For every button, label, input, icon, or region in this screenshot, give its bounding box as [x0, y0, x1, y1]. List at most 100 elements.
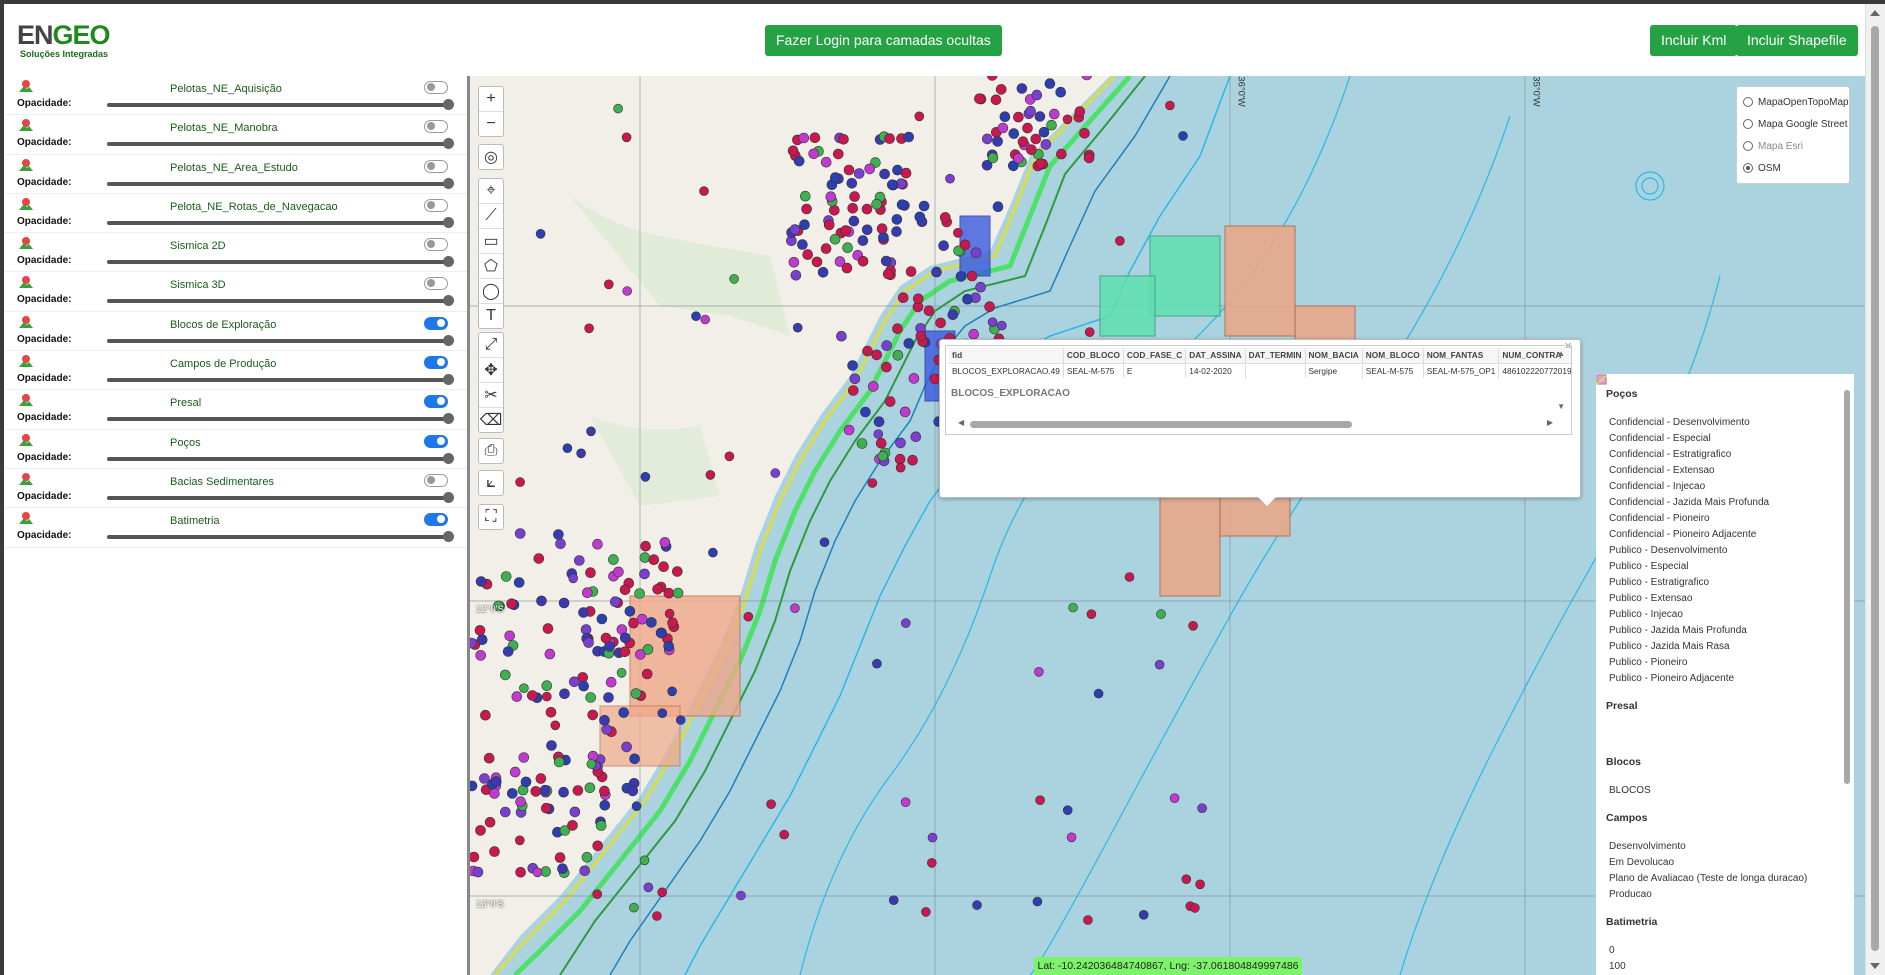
well-marker[interactable] [926, 858, 937, 868]
well-marker[interactable] [881, 340, 893, 351]
basemap-option[interactable]: MapaOpenTopoMap [1737, 91, 1849, 113]
opacity-slider[interactable] [107, 334, 454, 346]
well-marker[interactable] [1084, 327, 1095, 337]
well-marker[interactable] [981, 133, 993, 145]
well-marker[interactable] [808, 148, 820, 160]
well-marker[interactable] [1016, 83, 1028, 94]
well-marker[interactable] [962, 293, 973, 305]
well-marker[interactable] [605, 676, 617, 688]
well-marker[interactable] [892, 349, 904, 361]
zoom-in-button[interactable]: + [479, 87, 503, 112]
well-marker[interactable] [927, 832, 938, 843]
well-marker[interactable] [921, 907, 931, 917]
well-marker[interactable] [1178, 131, 1188, 141]
well-marker[interactable] [1197, 803, 1207, 814]
well-marker[interactable] [876, 223, 888, 234]
well-marker[interactable] [667, 617, 678, 629]
well-marker[interactable] [880, 255, 892, 267]
well-marker[interactable] [655, 627, 667, 639]
slider-handle[interactable] [443, 531, 454, 543]
well-marker[interactable] [584, 782, 596, 794]
well-marker[interactable] [544, 648, 556, 660]
well-marker[interactable] [599, 714, 610, 726]
layer-toggle[interactable] [424, 238, 448, 252]
layer-toggle[interactable] [424, 434, 448, 448]
well-marker[interactable] [629, 902, 639, 913]
well-marker[interactable] [599, 799, 611, 811]
well-marker[interactable] [799, 190, 811, 202]
include-kml-button[interactable]: Incluir Kml [1650, 25, 1738, 56]
well-marker[interactable] [558, 786, 569, 798]
well-marker[interactable] [613, 566, 624, 578]
include-shapefile-button[interactable]: Incluir Shapefile [1736, 25, 1858, 56]
zoom-out-button[interactable]: − [479, 112, 503, 136]
well-marker[interactable] [532, 867, 543, 878]
well-marker[interactable] [1154, 659, 1165, 670]
opacity-slider[interactable] [107, 413, 454, 425]
well-marker[interactable] [1062, 114, 1073, 125]
well-marker[interactable] [792, 322, 803, 333]
rectangle-icon[interactable]: ▭ [479, 229, 503, 254]
move-icon[interactable]: ✥ [479, 358, 503, 383]
opacity-slider[interactable] [107, 216, 454, 228]
well-marker[interactable] [900, 167, 912, 179]
well-marker[interactable] [555, 538, 566, 550]
opacity-slider[interactable] [107, 491, 454, 503]
well-marker[interactable] [1031, 89, 1043, 101]
well-marker[interactable] [856, 438, 868, 449]
well-marker[interactable] [729, 274, 739, 284]
cut-icon[interactable]: ✂ [479, 383, 503, 408]
layer-toggle[interactable] [424, 473, 448, 487]
opacity-slider[interactable] [107, 99, 454, 110]
text-icon[interactable]: T [479, 304, 503, 328]
well-marker[interactable] [1074, 106, 1086, 117]
well-marker[interactable] [550, 720, 561, 731]
well-marker[interactable] [595, 820, 607, 831]
well-marker[interactable] [658, 561, 669, 573]
well-marker[interactable] [1044, 78, 1056, 89]
well-marker[interactable] [867, 478, 878, 488]
well-marker[interactable] [857, 235, 869, 246]
well-marker[interactable] [1022, 122, 1033, 134]
well-marker[interactable] [840, 225, 852, 236]
well-marker[interactable] [599, 785, 610, 797]
well-marker[interactable] [1165, 100, 1175, 111]
well-marker[interactable] [700, 314, 710, 325]
well-marker[interactable] [652, 911, 662, 921]
well-marker[interactable] [877, 450, 889, 462]
well-marker[interactable] [1181, 874, 1192, 885]
well-marker[interactable] [1169, 793, 1180, 804]
well-marker[interactable] [860, 406, 871, 418]
well-marker[interactable] [1035, 795, 1045, 806]
well-marker[interactable] [829, 234, 841, 245]
well-marker[interactable] [1030, 133, 1042, 145]
well-marker[interactable] [619, 632, 631, 644]
well-marker[interactable] [862, 345, 873, 357]
well-marker[interactable] [1156, 609, 1166, 619]
opacity-slider[interactable] [107, 256, 454, 268]
well-marker[interactable] [631, 801, 642, 812]
well-marker[interactable] [634, 588, 645, 599]
legend-scrollbar[interactable] [1842, 380, 1852, 975]
scroll-down-icon[interactable]: ▼ [1557, 402, 1565, 411]
well-marker[interactable] [1056, 148, 1067, 160]
well-marker[interactable] [779, 829, 790, 840]
well-marker[interactable] [1048, 108, 1060, 120]
well-marker[interactable] [1086, 609, 1097, 620]
well-marker[interactable] [506, 598, 517, 610]
well-marker[interactable] [585, 567, 596, 579]
layer-toggle[interactable] [424, 513, 448, 527]
well-marker[interactable] [817, 267, 829, 278]
well-marker[interactable] [526, 690, 538, 701]
well-marker[interactable] [882, 268, 894, 280]
marker-icon[interactable]: ⌖ [479, 179, 503, 204]
well-marker[interactable] [646, 617, 657, 628]
well-marker[interactable] [541, 802, 552, 814]
well-marker[interactable] [853, 168, 865, 179]
layer-toggle[interactable] [424, 395, 448, 409]
well-marker[interactable] [895, 462, 906, 473]
well-marker[interactable] [489, 788, 500, 799]
well-marker[interactable] [938, 240, 949, 251]
well-marker[interactable] [995, 84, 1007, 95]
well-marker[interactable] [618, 707, 629, 718]
